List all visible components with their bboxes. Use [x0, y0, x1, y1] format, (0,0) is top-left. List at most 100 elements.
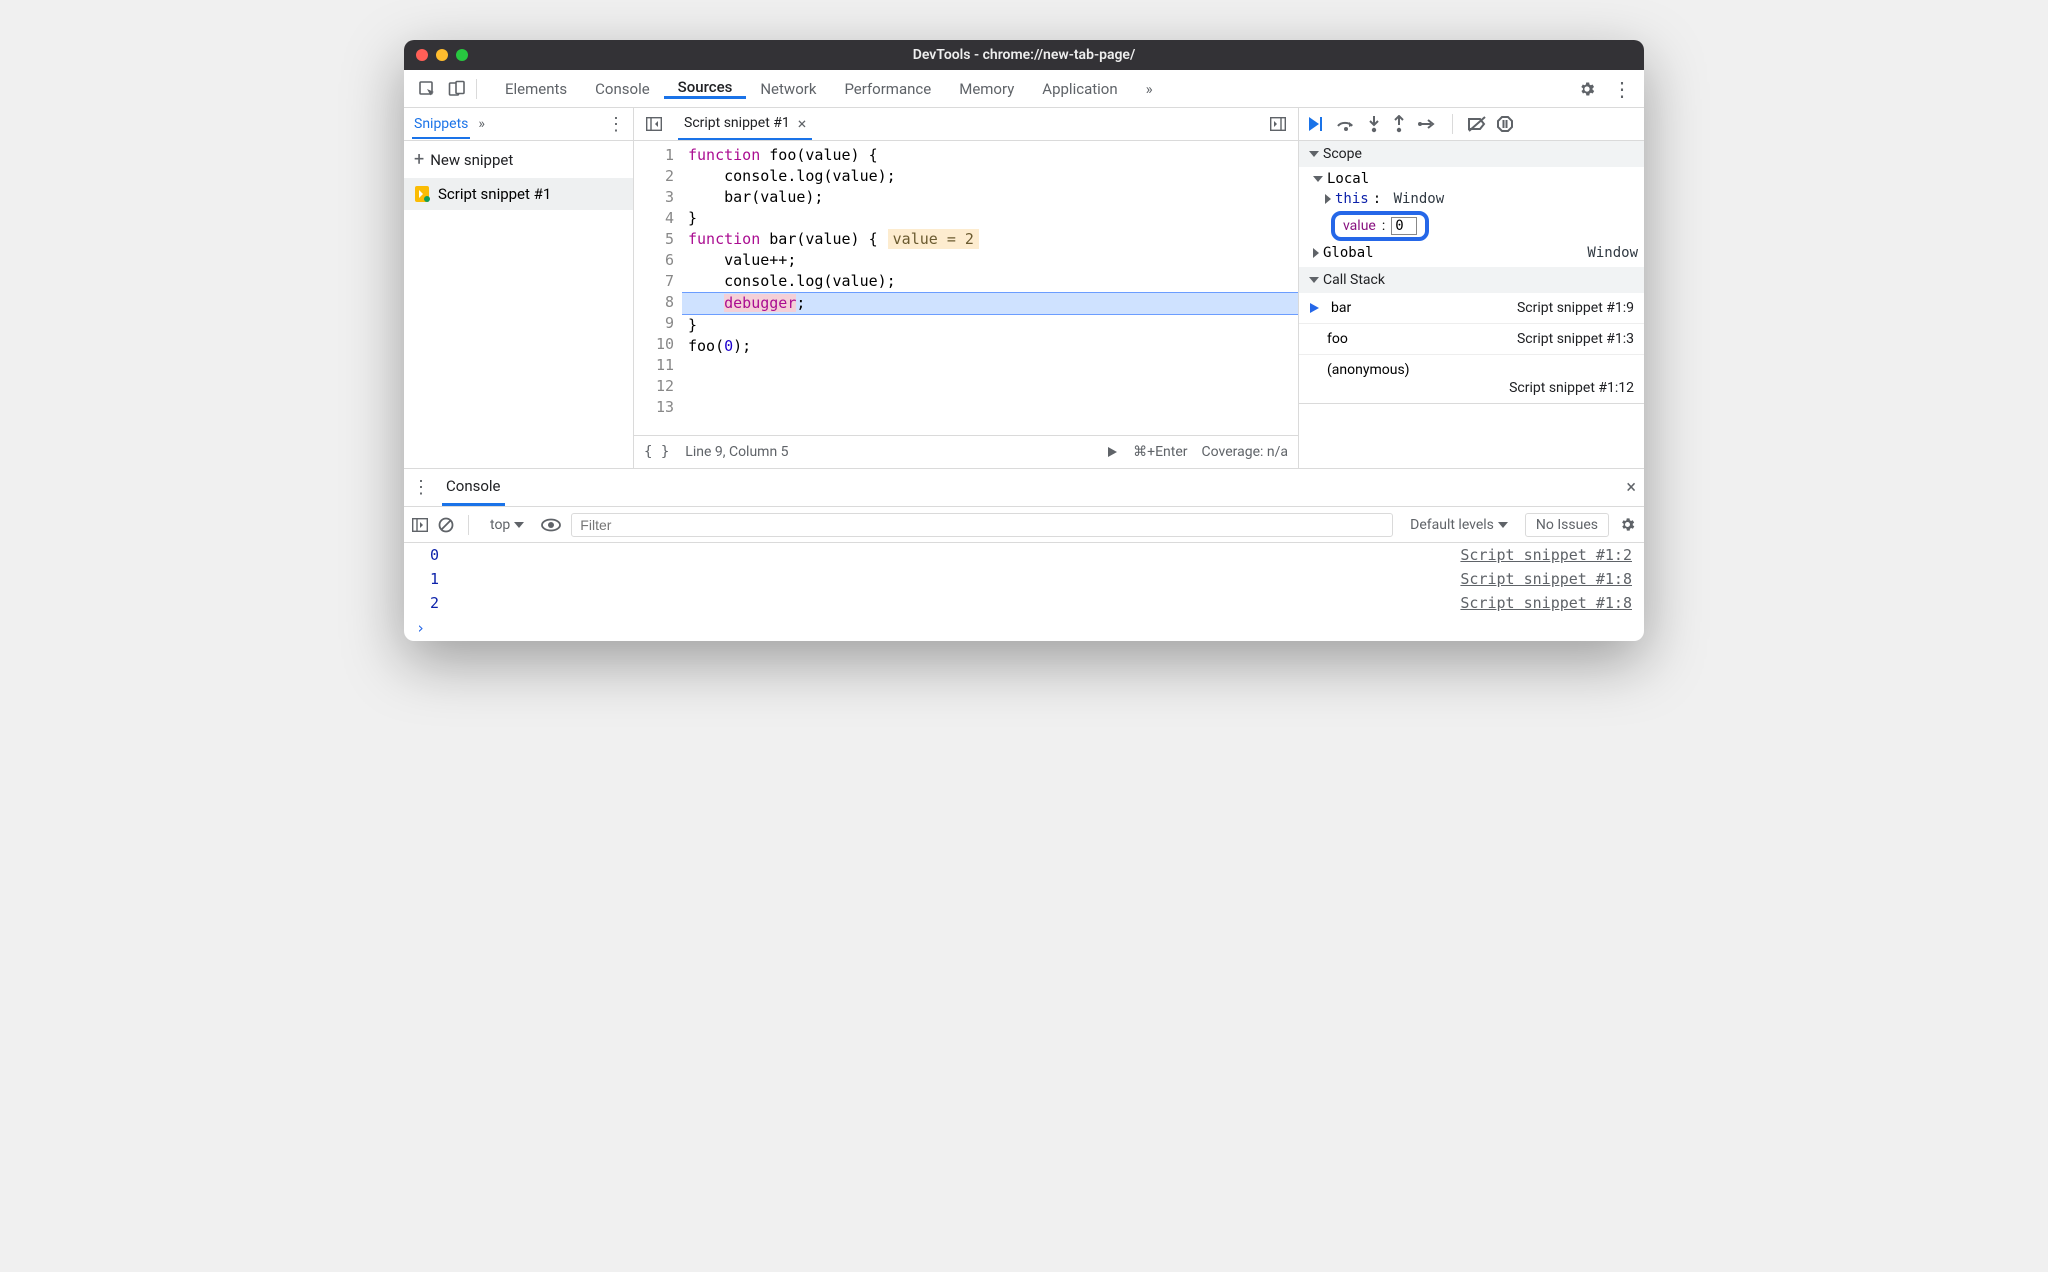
callstack-frame-name: foo — [1327, 331, 1348, 347]
step-over-icon[interactable] — [1336, 116, 1356, 132]
tab-elements[interactable]: Elements — [491, 78, 581, 99]
current-frame-icon — [1309, 302, 1321, 314]
tab-performance[interactable]: Performance — [830, 78, 945, 99]
scope-section-header[interactable]: Scope — [1299, 141, 1644, 167]
pretty-print-icon[interactable]: { } — [644, 444, 669, 460]
chevron-down-icon — [1498, 522, 1508, 528]
issues-label: No Issues — [1536, 517, 1598, 533]
callstack-frame[interactable]: foo Script snippet #1:3 — [1299, 324, 1644, 355]
scope-value-input[interactable] — [1391, 217, 1417, 235]
tab-network[interactable]: Network — [746, 78, 830, 99]
devtools-window: DevTools - chrome://new-tab-page/ Elemen… — [404, 40, 1644, 641]
new-snippet-button[interactable]: + New snippet — [404, 141, 633, 178]
more-icon[interactable]: ⋮ — [1608, 77, 1636, 101]
tabs-overflow-icon[interactable]: » — [1132, 78, 1167, 99]
callstack-label: Call Stack — [1323, 272, 1385, 288]
clear-console-icon[interactable] — [438, 517, 454, 533]
console-source-link[interactable]: Script snippet #1:8 — [1460, 570, 1632, 588]
chevron-down-icon — [1309, 277, 1319, 283]
step-into-icon[interactable] — [1367, 115, 1381, 133]
navigator-tab-snippets[interactable]: Snippets — [412, 110, 470, 139]
scope-local[interactable]: Local — [1299, 169, 1644, 189]
zoom-window-button[interactable] — [456, 49, 468, 61]
titlebar: DevTools - chrome://new-tab-page/ — [404, 40, 1644, 70]
callstack-anon-name: (anonymous) — [1327, 362, 1410, 378]
editor-pane: Script snippet #1 × 12345678910111213 fu… — [634, 108, 1299, 468]
new-snippet-label: New snippet — [430, 151, 513, 169]
code-editor[interactable]: 12345678910111213 function foo(value) { … — [634, 141, 1298, 435]
toggle-debugger-icon[interactable] — [1264, 113, 1292, 135]
callstack-frame[interactable]: bar Script snippet #1:9 — [1299, 293, 1644, 324]
scope-value-label: value — [1343, 218, 1376, 234]
snippet-file-icon — [414, 186, 430, 202]
deactivate-breakpoints-icon[interactable] — [1468, 116, 1486, 132]
snippet-item[interactable]: Script snippet #1 — [404, 178, 633, 210]
minimize-window-button[interactable] — [436, 49, 448, 61]
console-value: 0 — [430, 546, 439, 564]
window-title: DevTools - chrome://new-tab-page/ — [913, 47, 1136, 63]
scope-label: Scope — [1323, 146, 1362, 162]
chevron-right-icon — [1325, 194, 1331, 204]
console-line: 0 Script snippet #1:2 — [404, 543, 1644, 567]
scope-global[interactable]: Global Window — [1299, 243, 1644, 263]
toggle-navigator-icon[interactable] — [640, 113, 668, 135]
editor-statusbar: { } Line 9, Column 5 ⌘+Enter Coverage: n… — [634, 435, 1298, 468]
run-icon[interactable] — [1105, 445, 1119, 459]
file-tab-label: Script snippet #1 — [684, 115, 790, 131]
main-toolbar: Elements Console Sources Network Perform… — [404, 70, 1644, 108]
sources-panel: Snippets » ⋮ + New snippet Script snippe… — [404, 108, 1644, 468]
navigator-tabs-overflow-icon[interactable]: » — [478, 116, 485, 132]
callstack-frame-anon[interactable]: (anonymous) — [1299, 355, 1644, 378]
run-shortcut: ⌘+Enter — [1133, 444, 1187, 460]
callstack-frame-loc: Script snippet #1:9 — [1517, 300, 1634, 316]
drawer-more-icon[interactable]: ⋮ — [412, 477, 430, 498]
log-levels-select[interactable]: Default levels — [1403, 514, 1515, 536]
console-value: 2 — [430, 594, 439, 612]
callstack-anon-loc: Script snippet #1:12 — [1299, 378, 1644, 404]
scope-value-edit-highlight: value: — [1331, 211, 1429, 241]
console-source-link[interactable]: Script snippet #1:8 — [1460, 594, 1632, 612]
chevron-down-icon — [1313, 176, 1323, 182]
close-window-button[interactable] — [416, 49, 428, 61]
console-sidebar-toggle-icon[interactable] — [412, 518, 428, 532]
console-filter-input[interactable] — [571, 513, 1393, 537]
tab-console[interactable]: Console — [581, 78, 664, 99]
device-toggle-icon[interactable] — [442, 74, 472, 104]
console-context-select[interactable]: top — [483, 514, 531, 536]
pause-exceptions-icon[interactable] — [1497, 116, 1513, 132]
scope-this[interactable]: this: Window — [1299, 189, 1644, 209]
step-out-icon[interactable] — [1392, 115, 1406, 133]
chevron-down-icon — [514, 522, 524, 528]
drawer-tab-console[interactable]: Console — [442, 469, 505, 506]
scope-local-label: Local — [1327, 171, 1369, 187]
callstack-section-header[interactable]: Call Stack — [1299, 267, 1644, 293]
inspect-icon[interactable] — [412, 74, 442, 104]
live-expression-icon[interactable] — [541, 518, 561, 532]
close-drawer-icon[interactable]: × — [1626, 477, 1636, 498]
scope-global-value: Window — [1587, 245, 1638, 261]
plus-icon: + — [414, 149, 424, 170]
close-tab-icon[interactable]: × — [798, 114, 807, 133]
navigator-pane: Snippets » ⋮ + New snippet Script snippe… — [404, 108, 634, 468]
callstack-frame-loc: Script snippet #1:3 — [1517, 331, 1634, 347]
console-prompt[interactable]: › — [404, 615, 1644, 641]
coverage-label: Coverage: n/a — [1202, 444, 1288, 460]
tab-application[interactable]: Application — [1028, 78, 1131, 99]
panel-tabs: Elements Console Sources Network Perform… — [491, 78, 1578, 99]
navigator-more-icon[interactable]: ⋮ — [607, 114, 625, 135]
console-source-link[interactable]: Script snippet #1:2 — [1460, 546, 1632, 564]
tab-memory[interactable]: Memory — [945, 78, 1028, 99]
chevron-right-icon — [1313, 248, 1319, 258]
resume-icon[interactable] — [1307, 116, 1325, 132]
issues-button[interactable]: No Issues — [1525, 513, 1609, 537]
callstack-frame-name: bar — [1331, 300, 1351, 316]
chevron-down-icon — [1309, 151, 1319, 157]
console-settings-icon[interactable] — [1619, 516, 1636, 533]
settings-icon[interactable] — [1578, 80, 1596, 98]
scope-this-label: this — [1335, 191, 1369, 207]
tab-sources[interactable]: Sources — [664, 78, 747, 99]
step-icon[interactable] — [1417, 117, 1437, 131]
console-line: 2 Script snippet #1:8 — [404, 591, 1644, 615]
file-tab[interactable]: Script snippet #1 × — [678, 108, 812, 140]
console-drawer: ⋮ Console × top Default levels — [404, 468, 1644, 641]
